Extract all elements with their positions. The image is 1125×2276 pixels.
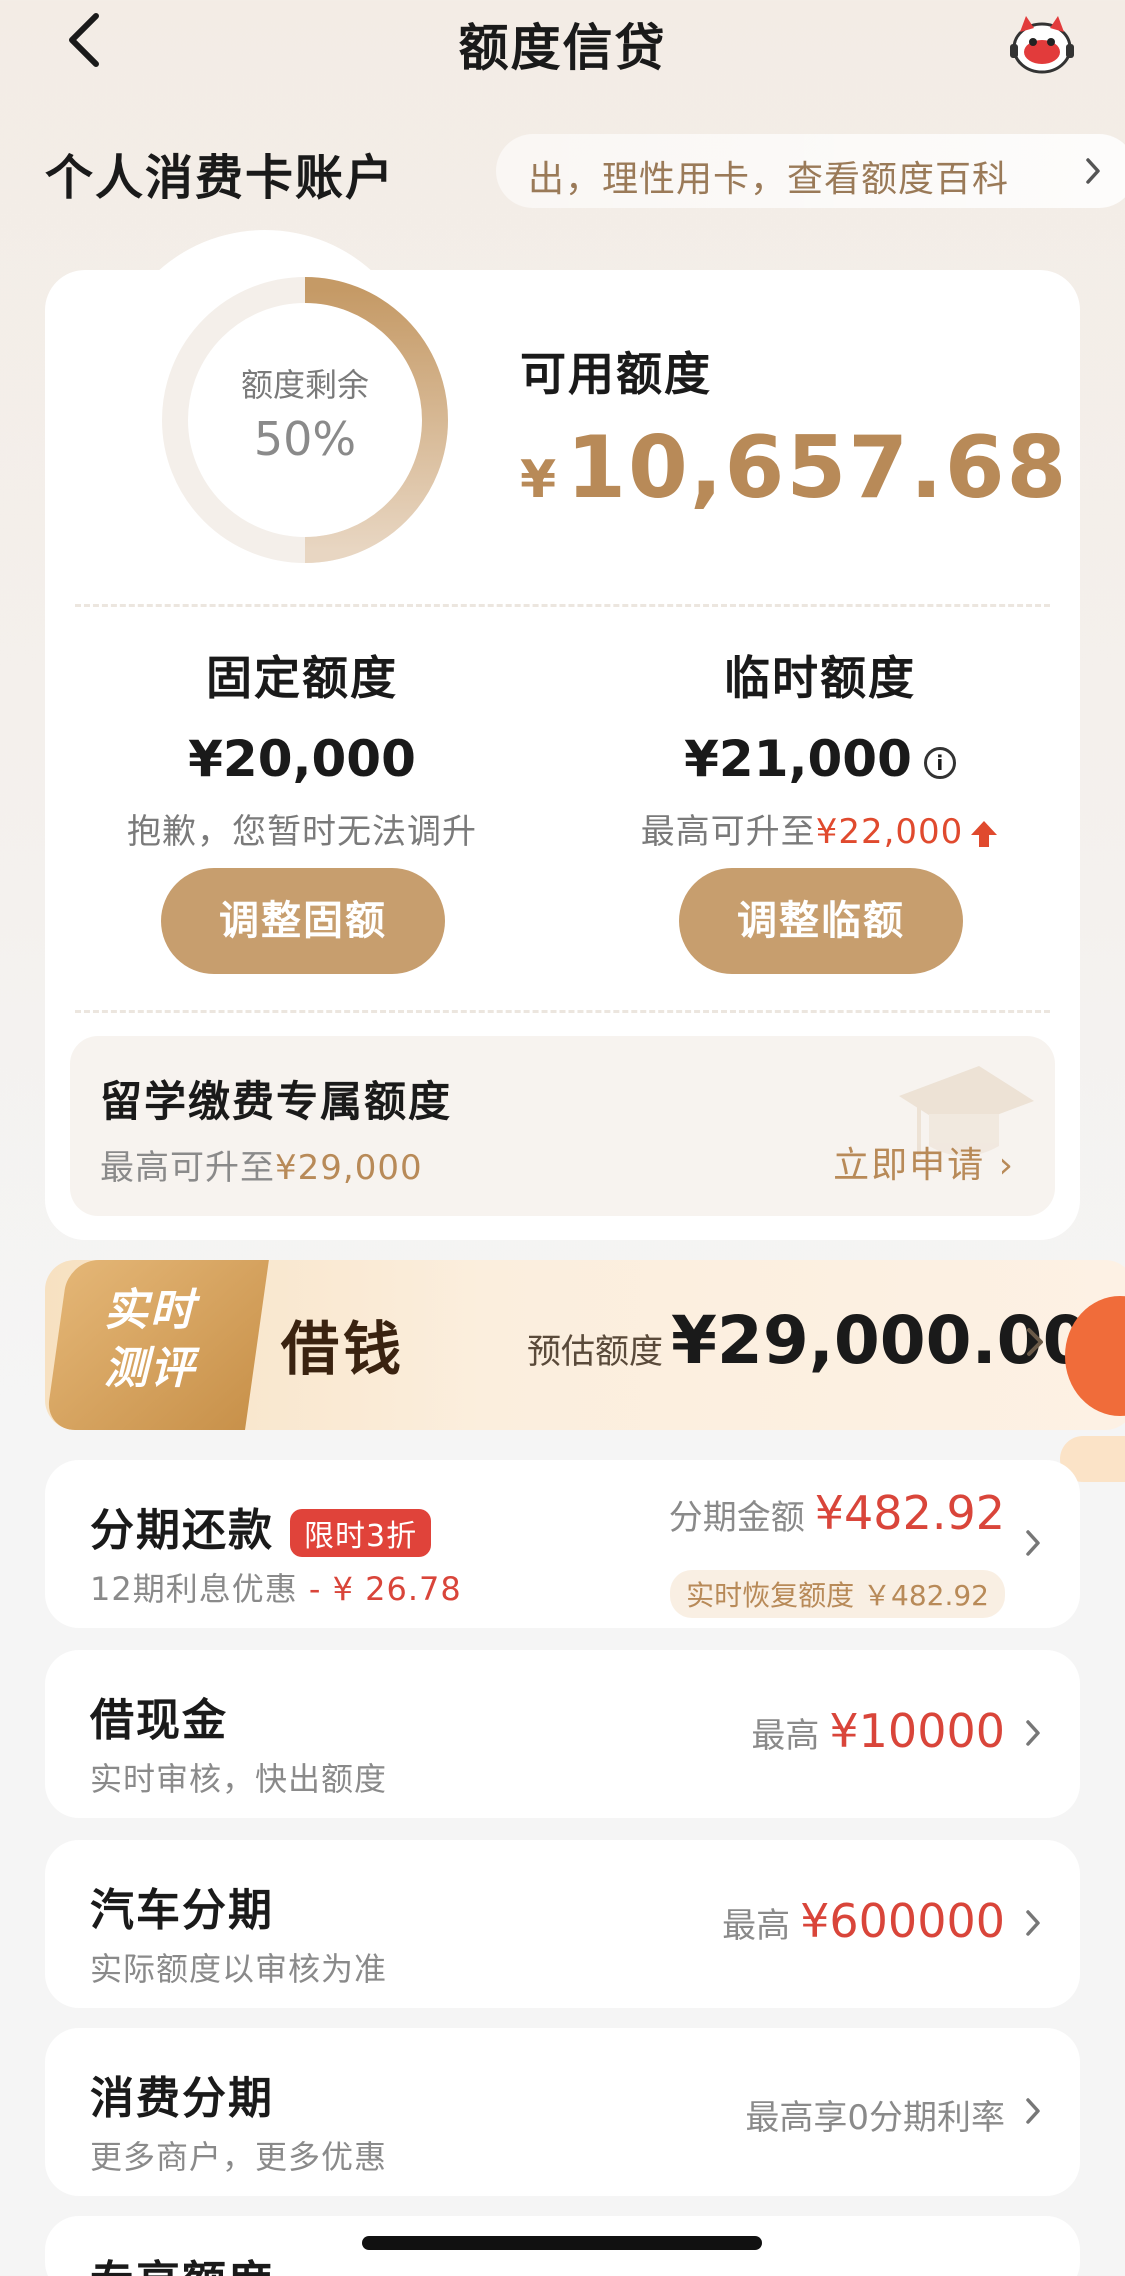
chevron-right-icon [1026, 1530, 1040, 1556]
temp-limit-value: ¥21,000 [684, 730, 912, 788]
available-value: 10,657.68 [566, 418, 1069, 518]
cash-loan-card[interactable]: 借现金 实时审核，快出额度 最高 ¥10000 [45, 1650, 1080, 1818]
temp-limit-label: 临时额度 [724, 651, 916, 705]
discount-badge: 限时3折 [290, 1509, 432, 1557]
partial-title: 专享额度 [90, 2246, 274, 2276]
ticker-text: 出，理性用卡，查看额度百科 [528, 159, 1010, 200]
installment-amount-value: ¥482.92 [814, 1486, 1005, 1540]
installment-sub-amount: - ¥ 26.78 [308, 1570, 462, 1608]
study-note: 最高可升至¥29,000 [100, 1140, 423, 1189]
loan-banner[interactable]: 实时 测评 借钱 预估额度 ¥29,000.00 [45, 1260, 1125, 1430]
consume-title: 消费分期 [90, 2073, 274, 2124]
car-sub: 实际额度以审核为准 [90, 1950, 388, 1988]
tag-line-1: 实时 [104, 1285, 196, 1336]
installment-amount-label: 分期金额 [668, 1498, 805, 1538]
restore-limit-tag: 实时恢复额度 ￥482.92 [670, 1570, 1005, 1618]
installment-title-row: 分期还款 限时3折 [90, 1494, 432, 1558]
currency-symbol: ¥ [520, 450, 559, 510]
ring-label: 额度剩余 [240, 366, 369, 404]
study-title: 留学缴费专属额度 [100, 1077, 453, 1126]
chevron-right-icon [1026, 2098, 1040, 2124]
installment-title: 分期还款 [90, 1505, 274, 1556]
nav-bar: 额度信贷 [0, 0, 1125, 86]
car-title: 汽车分期 [90, 1885, 274, 1936]
car-amount-value: ¥600000 [800, 1894, 1005, 1948]
study-abroad-card[interactable]: 留学缴费专属额度 最高可升至¥29,000 立即申请 › [70, 1036, 1055, 1216]
temp-limit-note: 最高可升至¥22,000 [570, 804, 1070, 853]
adjust-fixed-button[interactable]: 调整固额 [161, 868, 445, 974]
installment-repay-card[interactable]: 分期还款 限时3折 12期利息优惠 - ¥ 26.78 分期金额 ¥482.92 实… [45, 1460, 1080, 1628]
divider [75, 1010, 1050, 1013]
cash-sub: 实时审核，快出额度 [90, 1760, 388, 1798]
installment-sub: 12期利息优惠 - ¥ 26.78 [90, 1564, 462, 1610]
available-amount: ¥10,657.68 [520, 418, 1068, 518]
temp-note-amount: ¥22,000 [815, 812, 964, 852]
car-installment-card[interactable]: 汽车分期 实际额度以审核为准 最高 ¥600000 [45, 1840, 1080, 2008]
tag-line-2: 测评 [104, 1343, 196, 1394]
cash-amount-value: ¥10000 [829, 1704, 1005, 1758]
ring-value: 50% [253, 412, 357, 466]
consumer-installment-card[interactable]: 消费分期 更多商户，更多优惠 最高享0分期利率 [45, 2028, 1080, 2196]
fixed-limit-label: 固定额度 [206, 651, 398, 705]
loan-title: 借钱 [281, 1315, 406, 1383]
mascot-icon[interactable] [1006, 8, 1078, 80]
cash-amount: 最高 ¥10000 [751, 1704, 1005, 1758]
study-note-prefix: 最高可升至 [100, 1148, 275, 1188]
fixed-limit-note: 抱歉，您暂时无法调升 [127, 812, 477, 852]
adjust-temp-button[interactable]: 调整临额 [679, 868, 963, 974]
account-title: 个人消费卡账户 [45, 150, 396, 206]
fixed-limit-section: 固定额度 ¥20,000 抱歉，您暂时无法调升 [52, 642, 552, 853]
page-title: 额度信贷 [458, 19, 667, 77]
temp-limit-amount: ¥21,000 i [570, 730, 1070, 788]
study-note-amount: ¥29,000 [275, 1148, 423, 1188]
car-amount: 最高 ¥600000 [722, 1894, 1005, 1948]
evaluation-tag: 实时 测评 [75, 1282, 225, 1398]
consume-sub: 更多商户，更多优惠 [90, 2138, 388, 2176]
notice-ticker[interactable]: 出，理性用卡，查看额度百科 [496, 134, 1125, 208]
temp-limit-section: 临时额度 ¥21,000 i 最高可升至¥22,000 [570, 642, 1070, 853]
consume-rate: 最高享0分期利率 [745, 2098, 1005, 2138]
temp-note-prefix: 最高可升至 [640, 812, 816, 852]
chevron-right-icon [1027, 1328, 1043, 1356]
cash-amount-label: 最高 [751, 1716, 820, 1756]
chevron-right-icon [1026, 1720, 1040, 1746]
estimate-label: 预估额度 [527, 1332, 663, 1372]
account-row: 个人消费卡账户 出，理性用卡，查看额度百科 [0, 120, 1125, 220]
car-amount-label: 最高 [722, 1906, 791, 1946]
cash-title: 借现金 [90, 1695, 228, 1746]
divider [75, 604, 1050, 607]
home-indicator[interactable] [362, 2236, 762, 2250]
fixed-limit-value: ¥20,000 [188, 730, 416, 788]
installment-amount: 分期金额 ¥482.92 [669, 1486, 1005, 1540]
chevron-right-icon [1026, 1910, 1040, 1936]
installment-sub-prefix: 12期利息优惠 [90, 1570, 298, 1608]
apply-now-label: 立即申请 [833, 1145, 986, 1186]
arrow-up-icon [971, 820, 998, 847]
promo-float-icon[interactable] [1060, 1286, 1125, 1486]
apply-now-link[interactable]: 立即申请 › [833, 1136, 1015, 1188]
available-label: 可用额度 [520, 347, 712, 401]
chevron-right-icon [1086, 158, 1100, 184]
info-icon[interactable]: i [923, 746, 956, 779]
